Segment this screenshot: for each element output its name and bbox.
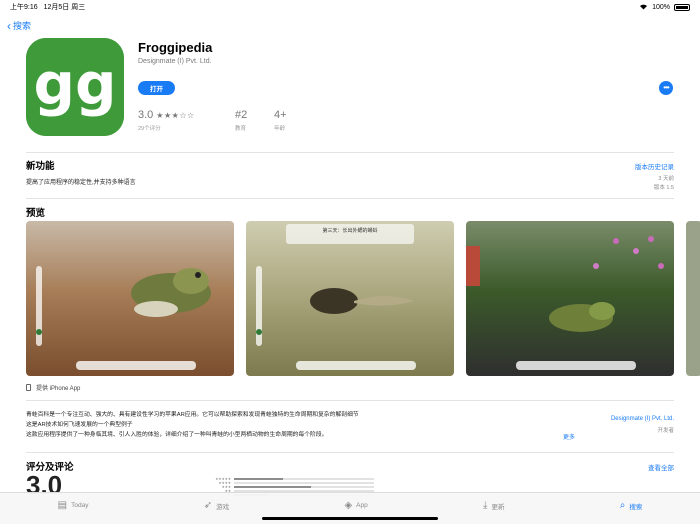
mode-toolbar — [516, 361, 636, 370]
slider-handle[interactable] — [256, 329, 262, 335]
rating-stat: 3.0 ★★★☆☆ 29个评分 — [138, 109, 195, 132]
ellipsis-icon: ••• — [663, 83, 669, 92]
tab-label: 更新 — [491, 503, 505, 511]
update-days-ago: 3 天前 — [658, 176, 674, 182]
see-all-link[interactable]: 查看全部 — [648, 462, 674, 472]
divider — [26, 452, 674, 453]
status-left: 上午9:16 12月5日 周三 — [10, 2, 89, 12]
battery-percent: 100% — [652, 3, 670, 11]
rank-value: #2 — [235, 109, 248, 121]
tab-search[interactable]: ⌕ 搜索 — [620, 500, 643, 511]
tab-games[interactable]: ➶ 游戏 — [204, 500, 229, 511]
age-label: 年龄 — [274, 126, 286, 132]
version-number: 版本 1.5 — [653, 185, 674, 191]
search-icon: ⌕ — [619, 500, 626, 511]
rating-count: 29个评分 — [138, 126, 161, 132]
app-icon: gg — [26, 38, 124, 136]
tab-label: App — [356, 502, 368, 509]
divider — [26, 400, 674, 401]
rating-bar-fill — [234, 486, 311, 488]
screenshot-caption: 第三天：长出外鳃的蝌蚪 — [286, 224, 414, 244]
tab-updates[interactable]: ⤓ 更新 — [483, 500, 504, 511]
wifi-icon — [639, 3, 648, 12]
battery-icon — [674, 3, 690, 11]
frog-image — [549, 302, 615, 332]
description-line: 这是AR技术如何飞速发展的一个典型例子 — [26, 422, 133, 428]
tadpole-image — [310, 288, 414, 314]
rating-bar-fill — [234, 478, 283, 480]
mode-toolbar — [296, 361, 416, 370]
status-bar: 上午9:16 12月5日 周三 100% — [0, 0, 700, 14]
screenshot-4-partial[interactable] — [686, 221, 700, 376]
status-date: 12月5日 周三 — [43, 4, 86, 11]
app-developer[interactable]: Designmate (I) Pvt. Ltd. — [138, 58, 212, 65]
chevron-left-icon: ‹ — [7, 18, 11, 33]
screenshot-3[interactable] — [466, 221, 674, 376]
tab-label: 搜索 — [629, 503, 643, 511]
back-label: 搜索 — [13, 21, 32, 31]
device-availability: 提供 iPhone App — [26, 383, 80, 392]
status-right: 100% — [639, 3, 690, 12]
mode-toolbar — [76, 361, 196, 370]
screenshot-1[interactable] — [26, 221, 234, 376]
description-line: 青蛙百科是一个专注互动、强大的、具有建设性学习的苹果AR应用。它可以帮助探索和发… — [26, 412, 359, 418]
app-description: 青蛙百科是一个专注互动、强大的、具有建设性学习的苹果AR应用。它可以帮助探索和发… — [26, 410, 456, 440]
developer-role: 开发者 — [657, 428, 674, 434]
slider-handle[interactable] — [36, 329, 42, 335]
rank-stat: #2 教育 — [235, 109, 247, 132]
rating-bar-track — [234, 478, 374, 480]
preview-title: 预览 — [26, 208, 46, 219]
rating-bar-track — [234, 486, 374, 488]
star-rating-icon: ★★★☆☆ — [156, 110, 195, 120]
app-title: Froggipedia — [138, 40, 213, 55]
home-indicator[interactable] — [262, 517, 438, 520]
download-icon: ⤓ — [483, 500, 488, 511]
tab-label: 游戏 — [216, 503, 230, 511]
whats-new-title: 新功能 — [26, 161, 55, 172]
status-time: 上午9:16 — [10, 4, 38, 11]
version-history-link[interactable]: 版本历史记录 — [635, 161, 674, 171]
garden-flowers-image — [466, 236, 664, 286]
tab-today[interactable]: ▤ Today — [58, 500, 89, 511]
screenshot-2[interactable]: 第三天：长出外鳃的蝌蚪 — [246, 221, 454, 376]
more-options-button[interactable]: ••• — [659, 81, 673, 95]
developer-link[interactable]: Designmate (I) Pvt. Ltd. — [611, 416, 674, 422]
back-button[interactable]: ‹ 搜索 — [7, 19, 31, 32]
tab-apps[interactable]: ◈ App — [344, 500, 367, 511]
svg-text:gg: gg — [33, 50, 116, 118]
description-line: 这款应用程序提供了一种身临其境、引人入胜的体验，详细介绍了一种叫青蛙的小型两栖动… — [26, 432, 328, 438]
iphone-icon — [26, 384, 31, 391]
open-button[interactable]: 打开 — [138, 81, 175, 95]
screenshot-carousel[interactable]: 第三天：长出外鳃的蝌蚪 — [26, 221, 700, 376]
today-icon: ▤ — [57, 500, 68, 511]
app-stats: 3.0 ★★★☆☆ 29个评分 — [138, 109, 217, 132]
age-value: 4+ — [274, 109, 287, 121]
tab-label: Today — [71, 502, 89, 509]
rocket-icon: ➶ — [203, 500, 213, 511]
rating-value: 3.0 — [138, 109, 154, 121]
rank-label: 教育 — [235, 126, 247, 132]
divider — [26, 152, 674, 153]
more-link[interactable]: 更多 — [563, 432, 575, 441]
whats-new-note: 提高了应用程序的稳定性,并支持多种语言 — [26, 180, 136, 186]
frog-image — [131, 268, 211, 317]
rating-bar-track — [234, 482, 374, 484]
divider — [26, 198, 674, 199]
layers-icon: ◈ — [344, 500, 353, 511]
age-stat: 4+ 年龄 — [274, 109, 287, 132]
device-label: 提供 iPhone App — [36, 386, 81, 392]
